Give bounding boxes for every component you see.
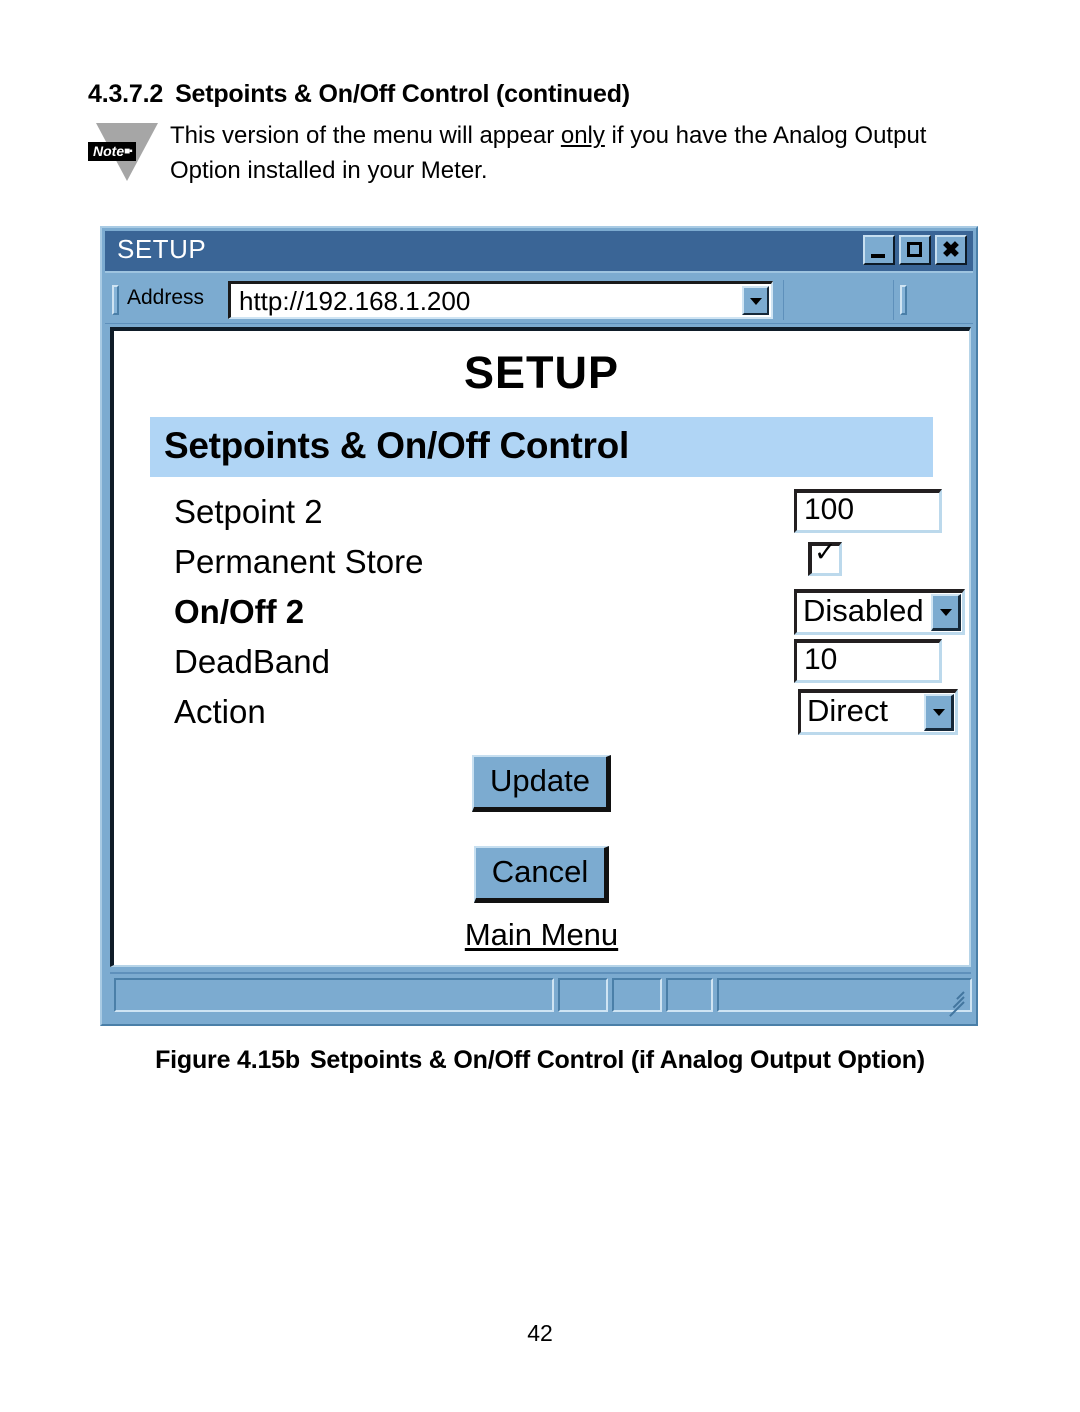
main-menu-link-wrap: Main Menu (114, 903, 969, 953)
button-spacer (114, 812, 969, 846)
label-setpoint-2: Setpoint 2 (174, 493, 323, 530)
page-title: SETUP (463, 347, 620, 398)
page-heading: 4.3.7.2 Setpoints & On/Off Control (conti… (88, 80, 630, 109)
value-action: Direct (807, 693, 888, 728)
status-panel-2 (558, 978, 608, 1012)
label-action: Action (174, 693, 266, 730)
label-onoff-2: On/Off 2 (174, 593, 305, 630)
chevron-down-icon (939, 609, 952, 616)
select-action[interactable]: Direct (798, 689, 958, 735)
label-permanent-store: Permanent Store (174, 543, 424, 580)
status-panel-5 (717, 978, 972, 1017)
form-row-onoff-2: On/Off 2 Disabled (174, 589, 969, 639)
select-onoff-2-arrow-button[interactable] (931, 594, 961, 631)
note-badge-mark: ■▪ (124, 146, 133, 157)
toolbar-divider-1 (783, 280, 784, 320)
status-bar (110, 972, 972, 1017)
page-content: SETUP Setpoints & On/Off Control Setpoin… (110, 327, 971, 967)
chevron-down-icon (749, 297, 762, 305)
window-title: SETUP (117, 234, 207, 264)
section-number: 4.3.7.2 (88, 80, 164, 108)
section-title: Setpoints & On/Off Control (continued) (175, 80, 630, 108)
figure-caption-text: Setpoints & On/Off Control (if Analog Ou… (309, 1046, 925, 1074)
close-button[interactable]: ✖ (935, 235, 967, 265)
status-panel-3 (612, 978, 662, 1012)
toolbar-divider-2 (893, 280, 894, 320)
close-icon: ✖ (941, 237, 961, 262)
value-deadband: 10 (804, 643, 838, 676)
address-toolbar: Address http://192.168.1.200 (105, 277, 973, 324)
minimize-button[interactable] (863, 235, 895, 265)
maximize-icon (907, 242, 922, 257)
page-number: 42 (527, 1320, 553, 1346)
toolbar-grip-right[interactable] (900, 285, 907, 315)
cancel-button[interactable]: Cancel (473, 846, 610, 903)
note-text-part-1: This version of the menu will appear (170, 122, 561, 149)
window-controls: ✖ (863, 235, 967, 265)
minimize-icon (871, 254, 885, 258)
select-action-arrow-button[interactable] (924, 694, 954, 731)
browser-window: SETUP ✖ Address http://192.168.1.200 SET… (100, 226, 978, 1026)
maximize-button[interactable] (899, 235, 931, 265)
checkbox-permanent-store[interactable]: ✓ (808, 537, 842, 576)
update-button[interactable]: Update (472, 755, 611, 812)
page-banner: Setpoints & On/Off Control (150, 417, 933, 477)
input-setpoint-2[interactable]: 100 (794, 489, 942, 533)
address-input[interactable]: http://192.168.1.200 (228, 281, 773, 319)
form-row-deadband: DeadBand 10 (174, 639, 969, 689)
address-label: Address (127, 286, 205, 309)
input-deadband[interactable]: 10 (794, 639, 942, 683)
address-dropdown-button[interactable] (742, 286, 769, 315)
figure-number: Figure 4.15b (155, 1046, 300, 1074)
check-icon: ✓ (814, 537, 837, 567)
status-panel-1 (114, 978, 554, 1012)
resize-grip-icon[interactable] (942, 986, 965, 1017)
value-onoff-2: Disabled (803, 593, 924, 628)
note-text-emphasis: only (560, 122, 605, 149)
value-setpoint-2: 100 (804, 493, 855, 526)
chevron-down-icon (932, 709, 945, 716)
window-title-bar[interactable]: SETUP ✖ (105, 231, 973, 273)
note-badge-label: Note (93, 143, 125, 159)
select-onoff-2[interactable]: Disabled (794, 589, 965, 635)
form-row-permanent-store: Permanent Store ✓ (174, 537, 969, 589)
label-deadband: DeadBand (174, 643, 330, 680)
form-row-setpoint-2: Setpoint 2 100 (174, 489, 969, 539)
form-row-action: Action Direct (174, 689, 969, 739)
figure-caption: Figure 4.15b Setpoints & On/Off Control (… (0, 1046, 1080, 1075)
note-text: This version of the menu will appear onl… (170, 118, 990, 188)
settings-form: Setpoint 2 100 Permanent Store ✓ On/Off … (114, 489, 969, 739)
status-panel-4 (666, 978, 713, 1012)
address-value: http://192.168.1.200 (239, 286, 471, 316)
note-icon: Note■▪ (88, 123, 166, 185)
main-menu-link[interactable]: Main Menu (465, 917, 618, 953)
form-actions: Update Cancel Main Menu (114, 755, 969, 953)
toolbar-grip-left[interactable] (112, 285, 119, 315)
note-badge: Note■▪ (88, 142, 136, 161)
